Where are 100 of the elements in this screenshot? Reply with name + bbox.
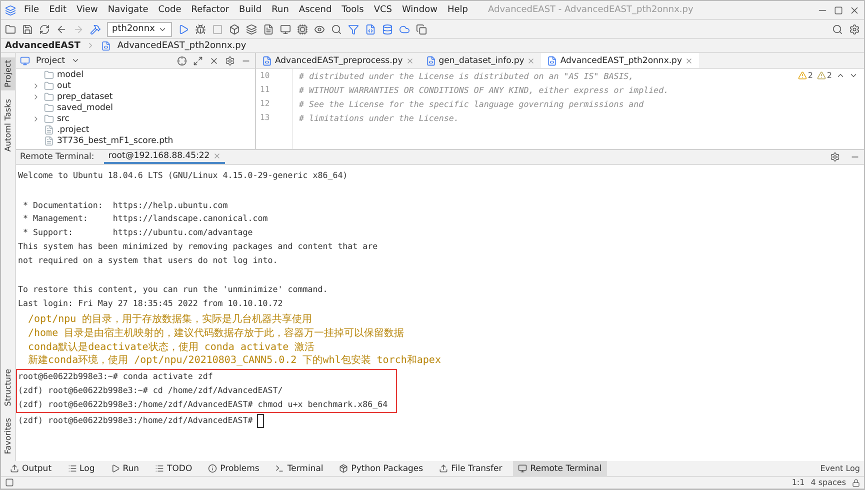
menu-item[interactable]: Tools [340,5,366,15]
menu-item[interactable]: Ascend [296,5,334,15]
menu-item[interactable]: File [22,5,42,15]
cursor-position[interactable]: 1:1 [792,478,805,487]
editor-tab[interactable]: gen_dataset_info.py [420,53,542,68]
panel-toggle-icon[interactable] [5,478,14,487]
settings-icon[interactable] [849,24,860,34]
todo-icon [155,464,164,473]
menu-item[interactable]: Navigate [106,5,150,15]
save-icon[interactable] [22,24,33,34]
expand-icon[interactable] [193,56,203,66]
line-number: 10 [259,70,271,82]
settings-icon[interactable] [830,152,840,162]
tool-window-tab[interactable]: Terminal [270,461,328,476]
code-comment: # limitations under the License. [299,112,459,125]
maximize-icon[interactable] [834,6,843,14]
menu-item[interactable]: Code [156,5,184,15]
tree-item[interactable]: out [57,80,71,90]
tree-item[interactable]: 3T736_best_mF1_score.pth [57,136,174,146]
document-icon[interactable] [262,24,274,34]
tool-window-tab[interactable]: TODO [150,461,198,476]
close-icon[interactable] [209,56,219,66]
line-number: 12 [259,98,271,110]
back-icon[interactable] [56,24,67,34]
terminal-line: (zdf) root@6e0622b998e3:/home/zdf/AdvancedEAST# chmod u+x benchmark.x86_64 [18,398,388,411]
close-icon [212,152,221,160]
up-icon[interactable] [836,71,845,80]
code-comment: # WITHOUT WARRANTIES OR CONDITIONS OF ANY KIND, either express or implied. [299,84,669,97]
terminal-line: root@6e0622b998e3:~# conda activate zdf [18,370,214,384]
box-icon[interactable] [228,24,240,34]
chevron-icon[interactable] [32,114,40,123]
locate-icon[interactable] [177,56,187,66]
copy-icon[interactable] [416,24,427,34]
cpu-icon[interactable] [296,24,308,34]
tool-window-tab[interactable]: Favorites [1,414,15,457]
search-icon[interactable] [330,24,342,34]
menu-item[interactable]: Window [400,5,440,15]
menu-item[interactable]: Help [445,5,470,15]
sync-icon[interactable] [39,24,50,34]
run-config-dropdown[interactable]: pth2onnx [107,22,172,36]
tool-window-tab[interactable]: Structure [1,366,15,409]
tree-item[interactable]: .project [57,124,90,134]
menu-item[interactable]: Build [237,5,264,15]
tool-window-tab[interactable]: Problems [203,461,264,476]
open-icon[interactable] [5,24,16,34]
menu-item[interactable]: Run [270,5,291,15]
terminal-line: Last login: Fri May 27 18:35:45 2022 from 10.10.10.72 [18,297,284,310]
menu-item[interactable]: Refactor [189,5,232,15]
code-comment: # See the License for the specific language governing permissions and [299,98,644,111]
folder-icon [44,70,54,80]
code-icon[interactable] [364,24,376,34]
tool-window-tab[interactable]: File Transfer [434,461,508,476]
warning-count[interactable]: 2 [816,71,832,80]
menu-item[interactable]: Edit [47,5,68,15]
monitor-icon[interactable] [280,24,291,34]
file-icon [44,124,54,134]
panel-title[interactable]: Project [36,56,66,66]
cloud-icon[interactable] [398,24,410,34]
run-icon [110,464,120,473]
terminal-line: not required on a system that users do not log into. [18,254,279,267]
debug-icon[interactable] [194,24,206,34]
warning-icon [798,71,807,80]
terminal-line: /opt/npu 的目录，用于存放数据集，实际是几台机器共享使用 [27,312,314,327]
search-icon[interactable] [832,24,843,34]
warning-count[interactable]: 2 [798,71,813,80]
remote-icon [518,464,528,473]
tree-item[interactable]: src [57,114,70,124]
close-icon [684,56,693,64]
tree-item[interactable]: prep_dataset [57,92,113,102]
tool-window-tab[interactable]: Run [106,461,144,476]
close-icon [406,56,414,64]
breadcrumb-item[interactable]: AdvancedEAST [5,40,80,50]
tool-window-tab[interactable]: Project [1,57,15,90]
editor-tab[interactable]: AdvancedEAST_pth2onnx.py [541,53,699,68]
menu-item[interactable]: VCS [372,5,394,15]
tool-window-tab[interactable]: Python Packages [334,461,428,476]
editor-tab[interactable]: AdvancedEAST_preprocess.py [256,53,420,68]
tool-window-tab[interactable]: Automl Tasks [1,96,15,155]
close-icon [527,56,536,64]
breadcrumb-item[interactable]: AdvancedEAST_pth2onnx.py [117,40,246,50]
database-icon[interactable] [382,24,393,34]
tool-window-tab[interactable]: Remote Terminal [513,461,607,476]
event-log-tab[interactable]: Event Log [820,464,860,473]
tree-item[interactable]: model [57,70,84,80]
down-icon[interactable] [849,71,858,80]
tool-window-tab[interactable]: Log [62,461,100,476]
folder-icon [44,102,54,112]
indent-setting[interactable]: 4 spaces [810,478,846,487]
settings-icon[interactable] [225,56,235,66]
menu-item[interactable]: View [74,5,100,15]
filter-icon[interactable] [348,24,359,34]
close-icon[interactable] [849,4,860,16]
hammer-icon[interactable] [90,24,101,34]
lock-icon[interactable] [852,478,860,486]
run-icon[interactable] [178,24,189,34]
tree-item[interactable]: saved_model [57,102,114,112]
dropdown-icon[interactable] [71,56,80,65]
eye-icon[interactable] [314,24,325,34]
tool-window-tab[interactable]: Output [5,461,57,476]
layers-icon[interactable] [246,24,257,34]
